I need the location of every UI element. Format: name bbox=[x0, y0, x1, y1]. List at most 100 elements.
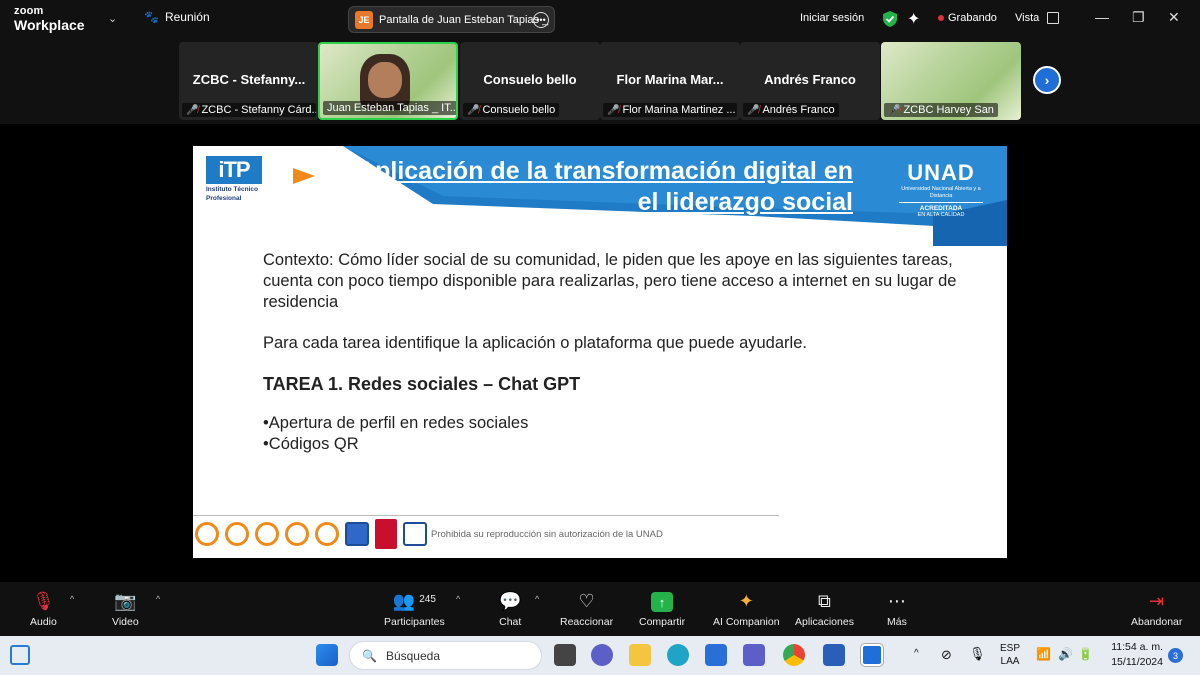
caret-up-icon[interactable]: ^ bbox=[70, 594, 74, 604]
task-view-icon[interactable] bbox=[554, 644, 576, 666]
start-icon[interactable] bbox=[316, 644, 338, 666]
slide-footer-text: Prohibida su reproducción sin autorizaci… bbox=[431, 529, 663, 540]
mic-icon[interactable]: 🎙 bbox=[969, 646, 986, 662]
mic-muted-icon: 🎤̸ bbox=[888, 104, 901, 116]
ai-companion-button[interactable]: ✦ AI Companion bbox=[713, 588, 780, 628]
participant-tile-active[interactable]: Juan Esteban Tapias _ IT... bbox=[318, 42, 458, 120]
more-icon[interactable]: ••• bbox=[533, 12, 549, 28]
share-button[interactable]: ↑ Compartir bbox=[639, 588, 685, 628]
view-label: Vista bbox=[1015, 12, 1040, 24]
notification-badge[interactable]: 3 bbox=[1168, 648, 1183, 663]
teams-icon[interactable] bbox=[743, 644, 765, 666]
more-label: Más bbox=[887, 616, 907, 628]
language-indicator[interactable]: ESP LAA bbox=[1000, 642, 1020, 668]
store-icon[interactable] bbox=[705, 644, 727, 666]
caret-up-icon[interactable]: ^ bbox=[156, 594, 160, 604]
screen-share-indicator[interactable]: JE Pantalla de Juan Esteban Tapias _ ••• bbox=[348, 6, 555, 33]
participant-tile[interactable]: ZCBC - Stefanny... 🎤̸ ZCBC - Stefanny Cár… bbox=[179, 42, 319, 120]
logo-line2: Workplace bbox=[14, 17, 85, 33]
network-off-icon[interactable]: ⊘ bbox=[941, 647, 952, 663]
bullet-item: •Apertura de perfil en redes sociales bbox=[263, 414, 529, 432]
next-page-button[interactable]: › bbox=[1033, 66, 1061, 94]
shield-icon[interactable] bbox=[882, 10, 898, 28]
certification-seal-icon bbox=[255, 522, 279, 546]
audio-button[interactable]: 🎙 Audio bbox=[30, 588, 57, 628]
language-line1: ESP bbox=[1000, 643, 1021, 654]
participant-tile[interactable]: Consuelo bello 🎤̸ Consuelo bello bbox=[460, 42, 600, 120]
slide-title: Aplicación de la transformación digital … bbox=[357, 157, 853, 216]
ai-sparkle-icon[interactable]: ✦ bbox=[907, 9, 920, 29]
participants-button[interactable]: 👥 245 Participantes bbox=[384, 588, 445, 628]
itp-text-1: Instituto Técnico bbox=[206, 186, 258, 193]
recording-indicator[interactable]: Grabando bbox=[938, 12, 997, 24]
file-explorer-icon[interactable] bbox=[629, 644, 651, 666]
participant-strip: ZCBC - Stefanny... 🎤̸ ZCBC - Stefanny Cár… bbox=[0, 38, 1200, 124]
participants-label: Participantes bbox=[384, 616, 445, 628]
meeting-info-button[interactable]: 🐾 Reunión bbox=[144, 10, 210, 24]
unad-name: Universidad Nacional Abierta y a Distanc… bbox=[901, 186, 981, 199]
heart-icon: ♡ bbox=[578, 591, 595, 611]
widgets-icon[interactable] bbox=[10, 645, 30, 665]
edge-icon[interactable] bbox=[667, 644, 689, 666]
video-button[interactable]: 📷 Video bbox=[112, 588, 139, 628]
zoom-taskbar-icon[interactable] bbox=[860, 643, 884, 667]
footer-divider bbox=[193, 515, 779, 516]
logo-line1: zoom bbox=[14, 5, 44, 17]
chat-icon: 💬 bbox=[499, 591, 522, 611]
leave-label: Abandonar bbox=[1131, 616, 1183, 628]
participant-label-text: ZCBC Harvey San bbox=[903, 104, 994, 116]
zoom-logo: zoom Workplace bbox=[14, 4, 85, 32]
leave-button[interactable]: ⇥ Abandonar bbox=[1131, 588, 1182, 628]
caret-up-icon[interactable]: ^ bbox=[456, 594, 460, 604]
minimize-icon[interactable]: — bbox=[1095, 9, 1109, 25]
itp-logo-mark: iTP bbox=[206, 156, 262, 184]
participant-label: 🎤̸ Flor Marina Martinez ... bbox=[603, 103, 737, 117]
certification-badge-icon bbox=[403, 522, 427, 546]
share-title: Pantalla de Juan Esteban Tapias _ bbox=[379, 13, 549, 26]
slide-task-heading: TAREA 1. Redes sociales – Chat GPT bbox=[263, 374, 581, 394]
chat-button[interactable]: 💬 Chat bbox=[499, 588, 521, 628]
signin-link[interactable]: Iniciar sesión bbox=[800, 12, 864, 24]
video-label: Video bbox=[112, 616, 139, 628]
chrome-icon[interactable] bbox=[783, 644, 805, 666]
participant-tile[interactable]: Andrés Franco 🎤̸ Andrés Franco bbox=[740, 42, 880, 120]
participants-count: 245 bbox=[419, 594, 436, 605]
volume-icon[interactable]: 🔊 bbox=[1058, 647, 1073, 661]
participant-tile[interactable]: 🎤̸ ZCBC Harvey San bbox=[881, 42, 1021, 120]
view-button[interactable]: Vista bbox=[1015, 12, 1060, 24]
copilot-icon[interactable] bbox=[591, 644, 613, 666]
paw-icon: 🐾 bbox=[144, 10, 159, 24]
slide-bullets: •Apertura de perfil en redes sociales •C… bbox=[263, 413, 983, 455]
close-icon[interactable]: ✕ bbox=[1168, 9, 1180, 26]
apps-button[interactable]: ⧉ Aplicaciones bbox=[795, 588, 854, 628]
slide-instruction: Para cada tarea identifique la aplicació… bbox=[263, 334, 807, 352]
battery-icon[interactable]: 🔋 bbox=[1078, 647, 1093, 661]
wifi-icon[interactable]: 📶 bbox=[1036, 647, 1051, 661]
participant-label-text: Consuelo bello bbox=[482, 104, 556, 116]
ai-companion-label: AI Companion bbox=[713, 616, 780, 628]
certification-badge-icon bbox=[345, 522, 369, 546]
mic-muted-icon: 🎤̸ bbox=[747, 104, 760, 116]
mic-muted-icon: 🎤̸ bbox=[186, 104, 199, 116]
word-icon[interactable] bbox=[823, 644, 845, 666]
meeting-label: Reunión bbox=[164, 10, 210, 24]
mic-muted-icon: 🎤̸ bbox=[467, 104, 480, 116]
chevron-right-icon: › bbox=[1044, 72, 1050, 88]
chevron-up-icon[interactable]: ^ bbox=[914, 648, 919, 659]
great-place-to-work-icon bbox=[375, 519, 397, 549]
title-bar: zoom Workplace ⌄ 🐾 Reunión JE Pantalla d… bbox=[0, 0, 1200, 38]
slide-context: Contexto: Cómo líder social de su comuni… bbox=[263, 251, 957, 311]
restore-icon[interactable]: ❐ bbox=[1132, 9, 1145, 26]
caret-up-icon[interactable]: ^ bbox=[535, 594, 539, 604]
react-button[interactable]: ♡ Reaccionar bbox=[560, 588, 613, 628]
grid-view-icon bbox=[1047, 12, 1060, 24]
shared-screen: iTP Instituto Técnico Profesional Aplica… bbox=[0, 124, 1200, 582]
ai-sparkle-icon: ✦ bbox=[738, 591, 754, 611]
taskbar-search[interactable]: 🔍 Búsqueda bbox=[349, 641, 542, 670]
participant-tile[interactable]: Flor Marina Mar... 🎤̸ Flor Marina Martine… bbox=[600, 42, 740, 120]
apps-icon: ⧉ bbox=[818, 591, 831, 611]
share-screen-icon: ↑ bbox=[651, 588, 674, 612]
more-button[interactable]: ⋯ Más bbox=[887, 588, 907, 628]
system-clock[interactable]: 11:54 a. m. 15/11/2024 bbox=[1105, 640, 1163, 670]
chevron-down-icon[interactable]: ⌄ bbox=[108, 12, 117, 25]
